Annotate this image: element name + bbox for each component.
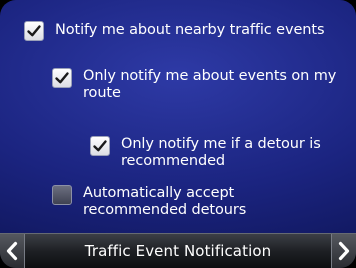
screen-title: Traffic Event Notification (84, 242, 272, 260)
bottom-bar: Traffic Event Notification (0, 233, 356, 268)
option-label: Automatically accept recommended detours (83, 185, 247, 218)
checkmark-icon (55, 72, 69, 84)
checkbox-only-detour-recommended[interactable] (90, 136, 110, 156)
chevron-right-icon (338, 241, 350, 261)
traffic-notification-screen: Notify me about nearby traffic events On… (0, 0, 356, 268)
checkmark-icon (27, 25, 41, 37)
option-label: Only notify me about events on my route (83, 68, 337, 101)
option-only-detour-recommended[interactable]: Only notify me if a detour is recommende… (90, 136, 350, 170)
option-label: Only notify me if a detour is recommende… (121, 136, 321, 169)
option-auto-accept-detours[interactable]: Automatically accept recommended detours (52, 185, 342, 219)
option-only-route-events[interactable]: Only notify me about events on my route (52, 68, 342, 102)
checkbox-notify-nearby[interactable] (24, 21, 44, 41)
checkmark-icon (93, 140, 107, 152)
next-button[interactable] (331, 234, 356, 268)
option-label: Notify me about nearby traffic events (55, 22, 325, 38)
checkbox-only-route-events[interactable] (52, 68, 72, 88)
checkbox-auto-accept-detours[interactable] (52, 185, 72, 205)
option-notify-nearby[interactable]: Notify me about nearby traffic events (24, 21, 325, 41)
